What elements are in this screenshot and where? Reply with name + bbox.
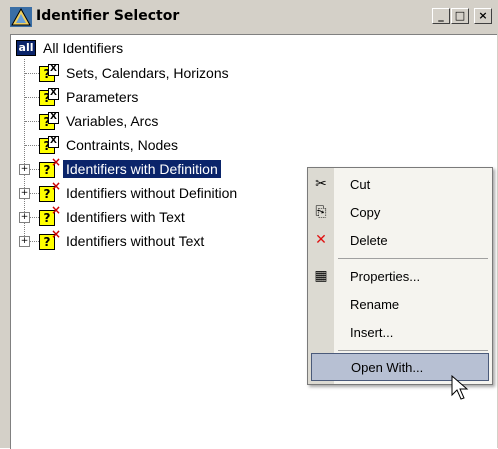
tree-item-label: Identifiers without Definition bbox=[66, 185, 238, 201]
identifier-selector-window: Identifier Selector _ □ × all All Identi… bbox=[0, 0, 498, 449]
menu-item-rename[interactable]: Rename bbox=[308, 290, 492, 318]
mouse-pointer-icon bbox=[451, 375, 469, 400]
tree-root[interactable]: all All Identifiers bbox=[16, 38, 126, 58]
tree-item-label: Identifiers with Text bbox=[66, 209, 185, 225]
menu-item-insert[interactable]: Insert... bbox=[308, 318, 492, 346]
menu-item-cut[interactable]: ✂ Cut bbox=[308, 170, 492, 198]
menu-item-label: Open With... bbox=[351, 359, 424, 375]
identifier-type-icon: ? X bbox=[39, 88, 59, 106]
tree-item[interactable]: ? × Identifiers without Text bbox=[39, 228, 207, 251]
properties-icon: ▦ bbox=[314, 268, 328, 284]
tree-item-label: Parameters bbox=[66, 89, 139, 105]
menu-item-properties[interactable]: ▦ Properties... bbox=[308, 262, 492, 290]
tree-item-label: Contraints, Nodes bbox=[66, 137, 179, 153]
tree-connector bbox=[25, 97, 39, 99]
menu-item-copy[interactable]: ⎘ Copy bbox=[308, 198, 492, 226]
tree-item-label: Identifiers with Definition bbox=[63, 160, 221, 178]
tree-item[interactable]: ? X Parameters bbox=[39, 87, 141, 107]
tree-item-label: Identifiers without Text bbox=[66, 233, 205, 249]
identifier-type-icon: ? X bbox=[39, 136, 59, 154]
expand-toggle[interactable]: + bbox=[19, 212, 30, 223]
app-logo-icon bbox=[10, 7, 32, 27]
tree-connector bbox=[25, 73, 39, 75]
tree-item[interactable]: ? X Contraints, Nodes bbox=[39, 135, 181, 155]
delete-icon: ✕ bbox=[315, 232, 327, 248]
tree-item[interactable]: ? × Identifiers with Text bbox=[39, 204, 188, 227]
context-menu: ✂ Cut ⎘ Copy ✕ Delete ▦ Properties... Re… bbox=[307, 167, 493, 385]
scissors-icon: ✂ bbox=[315, 176, 327, 192]
identifier-type-icon: ? X bbox=[39, 64, 59, 82]
tree-item[interactable]: ? × Identifiers without Definition bbox=[39, 180, 240, 203]
tree-root-label: All Identifiers bbox=[43, 40, 124, 56]
expand-toggle[interactable]: + bbox=[19, 164, 30, 175]
all-identifiers-icon: all bbox=[16, 40, 36, 56]
menu-item-label: Cut bbox=[350, 176, 371, 192]
tree-connector bbox=[25, 145, 39, 147]
menu-item-label: Copy bbox=[350, 204, 381, 220]
tree-item[interactable]: ? X Variables, Arcs bbox=[39, 111, 161, 131]
tree-connector bbox=[25, 121, 39, 123]
menu-item-label: Rename bbox=[350, 296, 400, 312]
menu-separator bbox=[338, 350, 488, 351]
menu-separator bbox=[338, 258, 488, 259]
tree-item-selected[interactable]: ? × Identifiers with Definition bbox=[39, 156, 221, 179]
identifier-filter-icon: ? × bbox=[39, 156, 61, 178]
maximize-button[interactable]: □ bbox=[451, 8, 469, 24]
window-title: Identifier Selector bbox=[36, 8, 180, 24]
minimize-button[interactable]: _ bbox=[432, 8, 450, 24]
tree-item-label: Sets, Calendars, Horizons bbox=[66, 65, 229, 81]
identifier-type-icon: ? X bbox=[39, 112, 59, 130]
expand-toggle[interactable]: + bbox=[19, 188, 30, 199]
identifier-filter-icon: ? × bbox=[39, 204, 61, 226]
menu-item-label: Properties... bbox=[350, 268, 421, 284]
tree-item[interactable]: ? X Sets, Calendars, Horizons bbox=[39, 63, 232, 83]
tree-item-label: Variables, Arcs bbox=[66, 113, 159, 129]
menu-item-label: Insert... bbox=[350, 324, 394, 340]
copy-icon: ⎘ bbox=[315, 204, 327, 220]
identifier-filter-icon: ? × bbox=[39, 180, 61, 202]
menu-item-label: Delete bbox=[350, 232, 388, 248]
title-bar[interactable]: Identifier Selector _ □ × bbox=[2, 2, 496, 32]
expand-toggle[interactable]: + bbox=[19, 236, 30, 247]
close-button[interactable]: × bbox=[474, 8, 492, 24]
menu-item-delete[interactable]: ✕ Delete bbox=[308, 226, 492, 254]
identifier-filter-icon: ? × bbox=[39, 228, 61, 250]
